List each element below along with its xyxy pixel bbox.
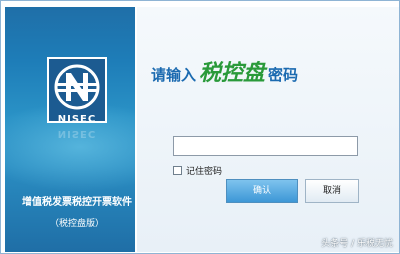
remember-password[interactable]: 记住密码 — [173, 164, 223, 177]
product-name: 增值税发票税控开票软件 — [22, 197, 132, 208]
watermark: 头条号 / 乐税无忧 — [321, 239, 393, 249]
brand-panel: NISEC NISEC 增值税发票税控开票软件 （税控盘版） — [5, 7, 135, 252]
prompt-highlight: 税控盘 — [199, 60, 266, 86]
remember-label: 记住密码 — [186, 166, 223, 177]
logo-text: NISEC — [57, 114, 97, 125]
prompt-suffix: 密码 — [268, 66, 299, 84]
logo-emblem-icon — [54, 64, 100, 110]
ok-button[interactable]: 确认 — [226, 179, 298, 203]
login-form: 请输入 税控盘 密码 记住密码 确认 取消 — [137, 7, 399, 252]
password-input[interactable] — [173, 136, 358, 156]
logo-text-reflection: NISEC — [57, 128, 97, 139]
prompt-prefix: 请输入 — [151, 66, 197, 84]
login-dialog: NISEC NISEC 增值税发票税控开票软件 （税控盘版） 请输入 税控盘 密… — [0, 0, 400, 254]
product-edition: （税控盘版） — [49, 219, 104, 229]
password-prompt: 请输入 税控盘 密码 — [151, 55, 298, 87]
cancel-button[interactable]: 取消 — [305, 179, 359, 203]
remember-checkbox[interactable] — [173, 165, 182, 175]
